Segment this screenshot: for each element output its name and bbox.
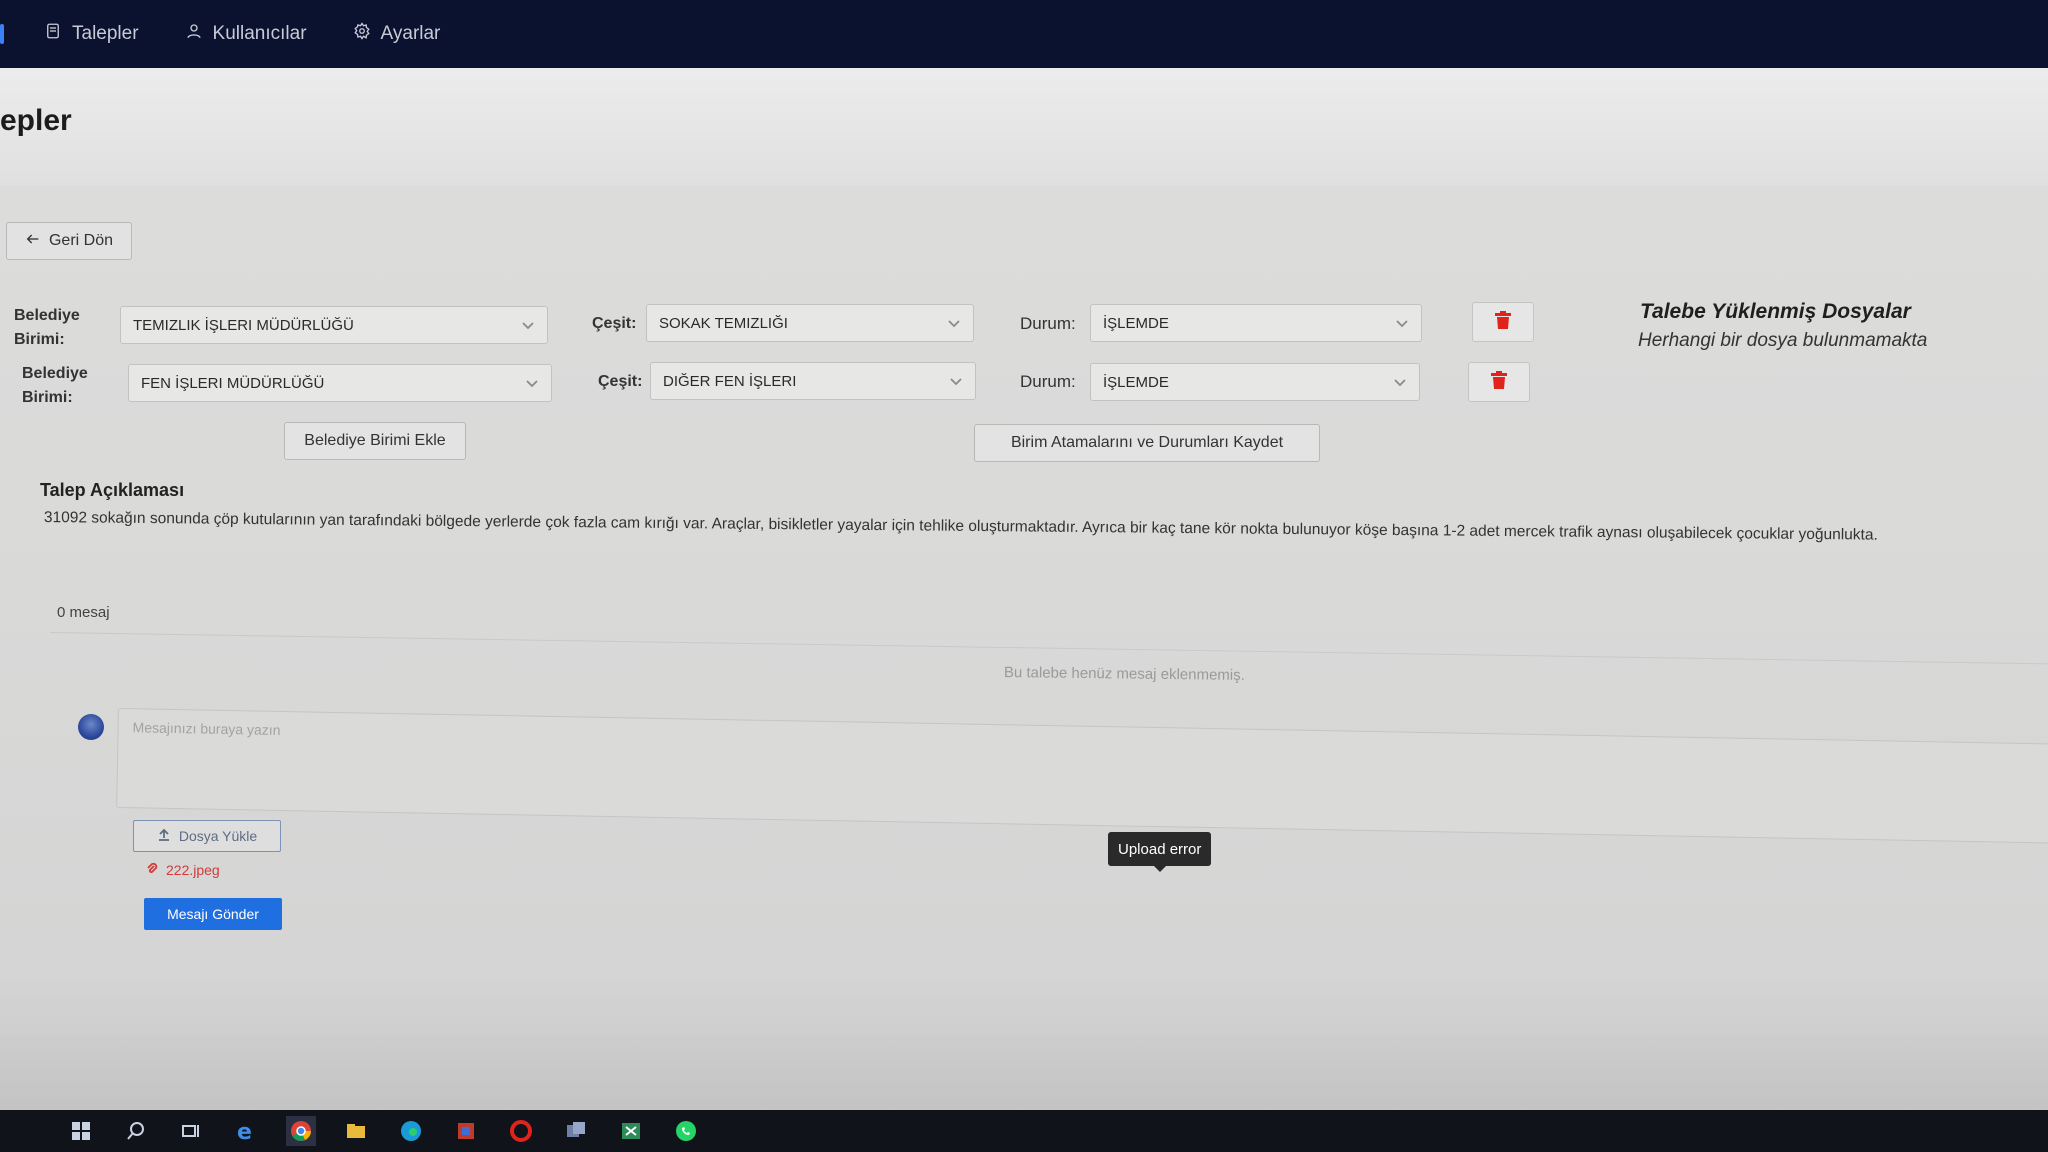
windows-start-icon[interactable] bbox=[66, 1116, 96, 1146]
unit-select[interactable]: FEN İŞLERI MÜDÜRLÜĞÜ bbox=[128, 364, 552, 402]
trash-icon bbox=[1490, 370, 1508, 395]
add-unit-button[interactable]: Belediye Birimi Ekle bbox=[284, 422, 466, 460]
page-title: epler bbox=[0, 104, 72, 137]
save-assignments-button[interactable]: Birim Atamalarını ve Durumları Kaydet bbox=[974, 424, 1320, 462]
task-view-icon[interactable] bbox=[176, 1116, 206, 1146]
nav-item-talepler[interactable]: Talepler bbox=[44, 22, 139, 46]
chevron-down-icon bbox=[1395, 316, 1409, 330]
chrome-icon[interactable] bbox=[286, 1116, 316, 1146]
chevron-down-icon bbox=[521, 318, 535, 332]
svg-text:e: e bbox=[237, 1120, 252, 1143]
message-input-placeholder: Mesajınızı buraya yazın bbox=[132, 719, 281, 738]
select-value: SOKAK TEMIZLIĞI bbox=[659, 314, 788, 332]
files-title: Talebe Yüklenmiş Dosyalar bbox=[1640, 300, 1911, 323]
message-count: 0 mesaj bbox=[57, 604, 110, 621]
arrow-left-icon bbox=[25, 231, 41, 252]
chevron-down-icon bbox=[947, 316, 961, 330]
send-message-button[interactable]: Mesajı Gönder bbox=[144, 898, 282, 930]
nav-item-ayarlar[interactable]: Ayarlar bbox=[353, 22, 441, 46]
search-icon[interactable] bbox=[121, 1116, 151, 1146]
taskbar: e bbox=[0, 1110, 2048, 1152]
page-content bbox=[0, 68, 2048, 1123]
upload-button-label: Dosya Yükle bbox=[178, 828, 258, 844]
select-value: DIĞER FEN İŞLERI bbox=[663, 372, 797, 390]
select-value: FEN İŞLERI MÜDÜRLÜĞÜ bbox=[141, 374, 325, 392]
app-icon[interactable] bbox=[561, 1116, 591, 1146]
delete-assignment-button[interactable] bbox=[1472, 302, 1534, 342]
active-indicator bbox=[0, 24, 4, 44]
trash-icon bbox=[1494, 310, 1512, 335]
status-label: Durum: bbox=[1020, 372, 1076, 391]
no-messages-text: Bu talebe henüz mesaj eklenmemiş. bbox=[1003, 664, 1245, 684]
select-value: İŞLEMDE bbox=[1103, 373, 1169, 391]
chevron-down-icon bbox=[1393, 375, 1407, 389]
description-title: Talep Açıklaması bbox=[40, 480, 185, 500]
nav-item-label: Kullanıcılar bbox=[212, 23, 307, 44]
files-empty-text: Herhangi bir dosya bulunmamakta bbox=[1638, 330, 1928, 351]
select-value: İŞLEMDE bbox=[1103, 314, 1169, 332]
nav-item-label: Talepler bbox=[72, 23, 139, 44]
status-select[interactable]: İŞLEMDE bbox=[1090, 304, 1422, 342]
back-button[interactable]: Geri Dön bbox=[6, 222, 132, 260]
attached-file[interactable]: 222.jpeg bbox=[146, 862, 220, 878]
select-value: TEMIZLIK İŞLERI MÜDÜRLÜĞÜ bbox=[133, 316, 354, 334]
app-icon[interactable] bbox=[451, 1116, 481, 1146]
type-select[interactable]: SOKAK TEMIZLIĞI bbox=[646, 304, 974, 342]
status-label: Durum: bbox=[1020, 314, 1076, 333]
whatsapp-icon[interactable] bbox=[671, 1116, 701, 1146]
unit-label: Belediye Birimi: bbox=[14, 307, 80, 348]
edge-icon[interactable] bbox=[396, 1116, 426, 1146]
unit-select[interactable]: TEMIZLIK İŞLERI MÜDÜRLÜĞÜ bbox=[120, 306, 548, 344]
file-explorer-icon[interactable] bbox=[341, 1116, 371, 1146]
user-icon bbox=[185, 22, 203, 46]
spreadsheet-icon[interactable] bbox=[616, 1116, 646, 1146]
top-navigation: Talepler Kullanıcılar Ayarlar bbox=[0, 0, 2048, 68]
upload-icon bbox=[157, 828, 171, 845]
type-label: Çeşit: bbox=[592, 315, 637, 332]
status-select[interactable]: İŞLEMDE bbox=[1090, 363, 1420, 401]
attached-file-name: 222.jpeg bbox=[166, 862, 220, 878]
back-button-label: Geri Dön bbox=[48, 232, 114, 249]
document-icon bbox=[44, 22, 62, 46]
type-select[interactable]: DIĞER FEN İŞLERI bbox=[650, 362, 976, 400]
nav-item-kullanicilar[interactable]: Kullanıcılar bbox=[185, 22, 307, 46]
opera-icon[interactable] bbox=[506, 1116, 536, 1146]
page-header bbox=[0, 68, 2048, 186]
nav-item-label: Ayarlar bbox=[380, 23, 441, 44]
upload-file-button[interactable]: Dosya Yükle bbox=[133, 820, 281, 852]
delete-assignment-button[interactable] bbox=[1468, 362, 1530, 402]
chevron-down-icon bbox=[949, 374, 963, 388]
paperclip-icon bbox=[146, 862, 158, 878]
gear-icon bbox=[353, 22, 371, 46]
upload-error-tooltip: Upload error bbox=[1108, 832, 1212, 872]
chevron-down-icon bbox=[525, 376, 539, 390]
type-label: Çeşit: bbox=[598, 373, 643, 390]
avatar bbox=[78, 714, 104, 740]
unit-label: Belediye Birimi: bbox=[22, 365, 88, 406]
internet-explorer-icon[interactable]: e bbox=[231, 1116, 261, 1146]
